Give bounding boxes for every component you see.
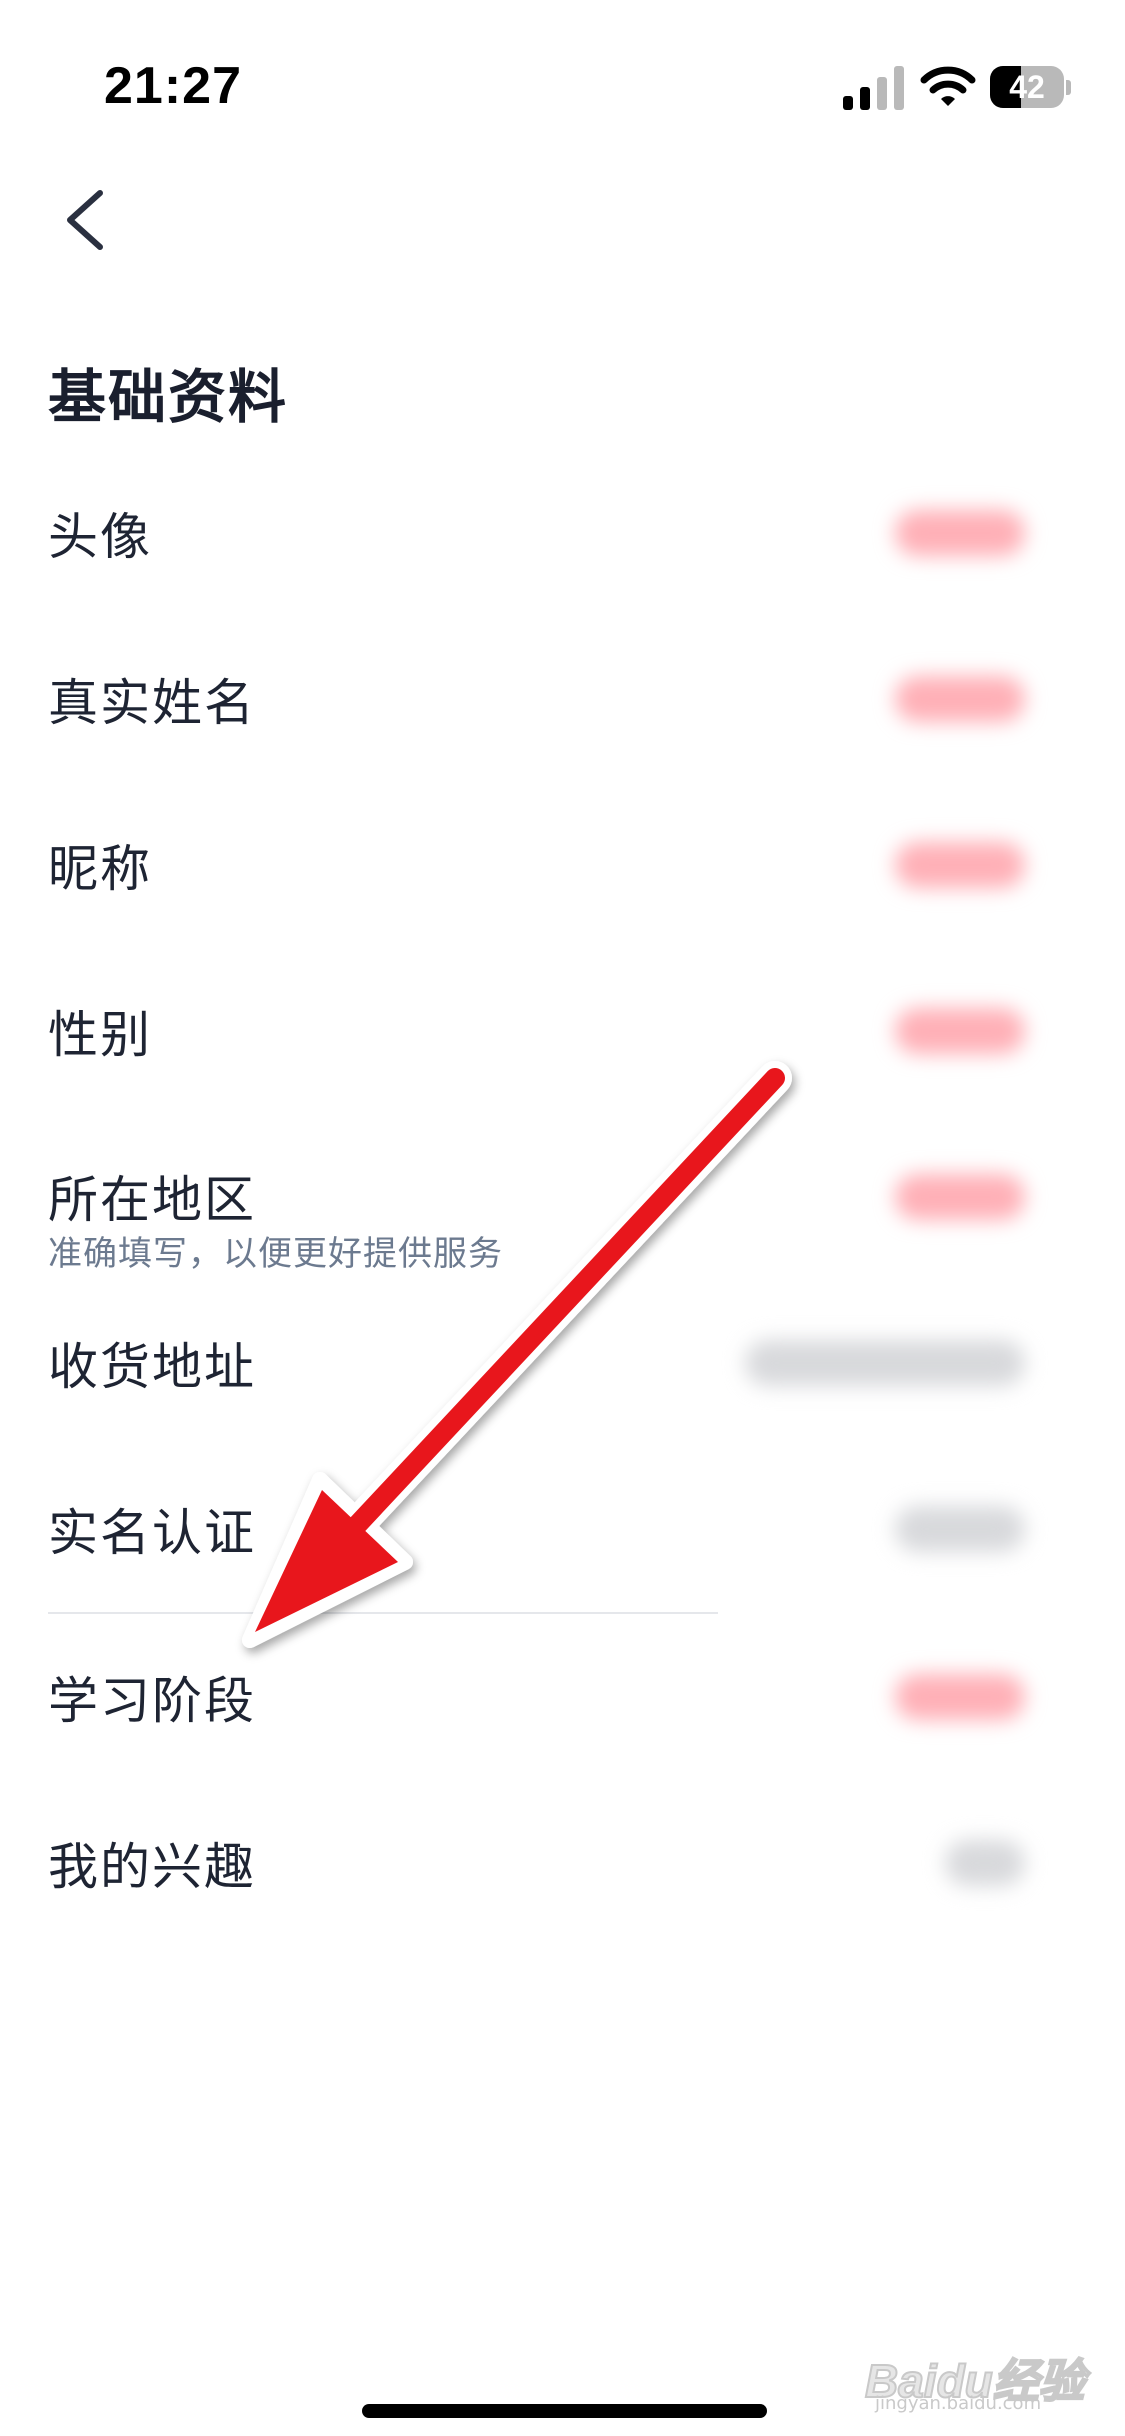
row-value-redacted (745, 1340, 1025, 1386)
row-avatar[interactable]: 头像 (0, 450, 1125, 616)
row-label: 收货地址 (48, 1338, 256, 1396)
row-label: 昵称 (48, 840, 152, 898)
row-gender[interactable]: 性别 (0, 948, 1125, 1114)
row-hint: 准确填写，以便更好提供服务 (48, 1234, 503, 1274)
row-real-name-verification[interactable]: 实名认证 (0, 1446, 1125, 1612)
row-label: 所在地区 (48, 1171, 256, 1229)
status-time: 21:27 (104, 57, 242, 115)
row-value-redacted (945, 1840, 1025, 1886)
row-label: 学习阶段 (48, 1672, 256, 1730)
row-label: 真实姓名 (48, 674, 256, 732)
battery-icon: 42 (990, 66, 1071, 108)
home-indicator[interactable] (362, 2404, 767, 2418)
baidu-watermark: Baidu经验 jingyan.baidu.com (864, 2305, 1095, 2415)
row-study-stage[interactable]: 学习阶段 (0, 1614, 1125, 1780)
chevron-left-icon (67, 190, 103, 250)
row-value-redacted (895, 1008, 1025, 1054)
row-nickname[interactable]: 昵称 (0, 782, 1125, 948)
row-value-redacted (895, 676, 1025, 722)
row-shipping-address[interactable]: 收货地址 (0, 1280, 1125, 1446)
row-region[interactable]: 所在地区 准确填写，以便更好提供服务 (0, 1114, 1125, 1280)
watermark-url: jingyan.baidu.com (875, 2393, 1042, 2414)
row-label: 性别 (48, 1006, 152, 1064)
wifi-icon (920, 66, 976, 106)
cellular-signal-icon (843, 66, 904, 110)
back-button[interactable] (48, 175, 128, 265)
row-value-redacted (895, 1674, 1025, 1720)
battery-level: 42 (1009, 69, 1045, 105)
page-title: 基础资料 (48, 365, 289, 430)
row-value-redacted (895, 842, 1025, 888)
row-label: 我的兴趣 (48, 1838, 256, 1896)
status-bar: 21:27 42 (0, 0, 1125, 150)
row-value-redacted (895, 1506, 1025, 1552)
row-real-name[interactable]: 真实姓名 (0, 616, 1125, 782)
row-label: 头像 (48, 508, 152, 566)
row-label: 实名认证 (48, 1504, 256, 1562)
row-interests[interactable]: 我的兴趣 (0, 1780, 1125, 1946)
row-value-redacted (895, 1174, 1025, 1220)
row-value-redacted (895, 510, 1025, 556)
